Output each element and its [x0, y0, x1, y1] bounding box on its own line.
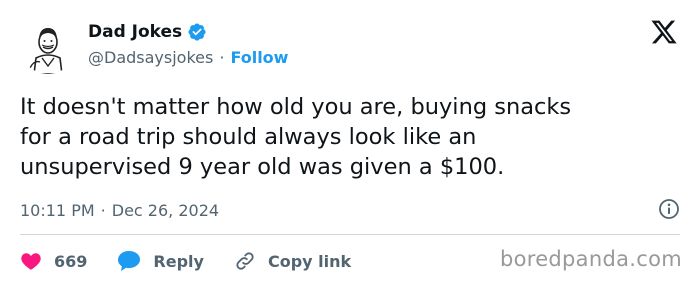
- avatar-illustration: [20, 18, 76, 74]
- tweet-time[interactable]: 10:11 PM: [20, 201, 95, 220]
- link-icon: [236, 252, 254, 270]
- meta-separator: ·: [100, 200, 106, 220]
- handle[interactable]: @Dadsaysjokes: [88, 48, 213, 67]
- divider: [20, 234, 680, 235]
- reply-button[interactable]: Reply: [117, 250, 204, 272]
- x-logo-icon[interactable]: [650, 18, 678, 46]
- follow-button[interactable]: Follow: [230, 48, 288, 67]
- tweet-metadata: 10:11 PM · Dec 26, 2024: [20, 198, 680, 222]
- reply-bubble-icon: [118, 251, 141, 271]
- info-icon[interactable]: [658, 198, 680, 220]
- copy-link-button[interactable]: Copy link: [234, 250, 351, 272]
- tweet-date[interactable]: Dec 26, 2024: [112, 201, 219, 220]
- like-button[interactable]: 669: [20, 250, 87, 272]
- verified-badge-icon: [187, 22, 207, 42]
- copy-link-label: Copy link: [267, 251, 352, 271]
- heart-icon: [21, 253, 41, 270]
- tweet-text: It doesn't matter how old you are, buyin…: [20, 94, 572, 180]
- display-name[interactable]: Dad Jokes: [88, 22, 182, 42]
- action-bar: 669 Reply Copy link: [20, 247, 381, 275]
- watermark: boredpanda.com: [499, 247, 682, 271]
- reply-label: Reply: [153, 251, 204, 271]
- avatar[interactable]: [20, 18, 76, 74]
- tweet-header: Dad Jokes @Dadsaysjokes · Follow: [20, 14, 680, 74]
- like-count: 669: [54, 251, 88, 271]
- handle-separator: ·: [219, 48, 225, 67]
